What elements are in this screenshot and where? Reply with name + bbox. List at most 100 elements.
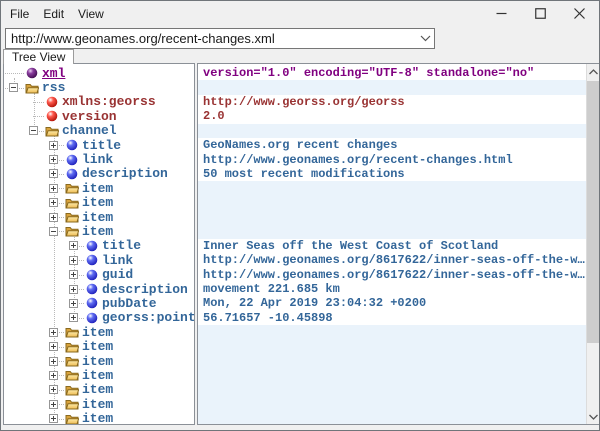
expand-toggle[interactable] [49,342,58,351]
blue-ball-icon [84,240,99,252]
tree-node-label: item [82,397,113,412]
tree-node-row[interactable]: link [4,152,194,166]
tree-node-row[interactable]: channel [4,124,194,138]
tree-connector [4,80,24,94]
tree-node-row[interactable]: item [4,224,194,238]
collapse-toggle[interactable] [49,227,58,236]
tree-node-row[interactable]: georss:point [4,311,194,325]
value-row-empty [198,196,586,210]
tree-node-label: rss [42,80,65,95]
expand-toggle[interactable] [49,169,58,178]
tree-node-row[interactable]: rss [4,80,194,94]
tree-guide-line [34,93,35,131]
tree-connector [64,311,84,325]
tree-node-label: xml [42,66,65,81]
maximize-icon [535,8,546,19]
minimize-button[interactable] [482,1,521,26]
tree-node-row[interactable]: item [4,368,194,382]
expand-toggle[interactable] [49,213,58,222]
tree-node-row[interactable]: item [4,210,194,224]
tree-node-row[interactable]: item [4,354,194,368]
blue-ball-icon [84,283,99,295]
tree-node-label: item [82,224,113,239]
expand-toggle[interactable] [69,241,78,250]
value-row-empty [198,124,586,138]
value-text: http://www.geonames.org/8617622/inner-se… [203,268,585,282]
tab-tree-view[interactable]: Tree View [3,49,74,64]
folder-icon [64,211,79,223]
tree-node-label: pubDate [102,296,157,311]
scroll-up-button[interactable] [587,64,599,79]
expand-toggle[interactable] [49,371,58,380]
tree-node-row[interactable]: version [4,109,194,123]
value-text: movement 221.685 km [203,282,340,296]
close-button[interactable] [560,1,599,26]
value-text: version="1.0" encoding="UTF-8" standalon… [203,66,534,80]
url-combobox[interactable]: http://www.geonames.org/recent-changes.x… [5,28,435,49]
expand-toggle[interactable] [49,141,58,150]
value-row: 2.0 [198,109,586,123]
tree-node-row[interactable]: item [4,325,194,339]
blue-ball-icon [64,154,79,166]
expand-toggle[interactable] [49,414,58,423]
tree-node-row[interactable]: pubDate [4,296,194,310]
red-ball-icon [44,110,59,122]
tree-node-row[interactable]: guid [4,267,194,281]
tree-node-row[interactable]: title [4,239,194,253]
expand-toggle[interactable] [69,285,78,294]
tree-node-row[interactable]: xmlns:georss [4,95,194,109]
expand-toggle[interactable] [49,357,58,366]
tree-node-row[interactable]: link [4,253,194,267]
value-row: 50 most recent modifications [198,167,586,181]
tree-node-row[interactable]: title [4,138,194,152]
value-row-empty [198,339,586,353]
tree-node-row[interactable]: item [4,181,194,195]
folder-icon [64,355,79,367]
tree-node-row[interactable]: item [4,411,194,425]
tree-node-row[interactable]: description [4,282,194,296]
expand-toggle[interactable] [69,313,78,322]
tree-connector [24,124,44,138]
expand-toggle[interactable] [49,400,58,409]
scroll-down-button[interactable] [587,409,599,424]
expand-toggle[interactable] [49,184,58,193]
menu-edit[interactable]: Edit [36,3,71,25]
expand-toggle[interactable] [49,385,58,394]
tree-node-row[interactable]: xml [4,66,194,80]
expand-toggle[interactable] [49,155,58,164]
tree-node-row[interactable]: item [4,196,194,210]
maximize-button[interactable] [521,1,560,26]
tree-node-row[interactable]: item [4,383,194,397]
expand-toggle[interactable] [49,328,58,337]
chevron-down-icon [420,35,431,42]
value-row: http://www.geonames.org/8617622/inner-se… [198,253,586,267]
value-text: 2.0 [203,109,225,123]
tree-node-row[interactable]: item [4,339,194,353]
vertical-scrollbar[interactable] [586,64,599,424]
value-row: Mon, 22 Apr 2019 23:04:32 +0200 [198,296,586,310]
value-text: Mon, 22 Apr 2019 23:04:32 +0200 [203,296,426,310]
tree-node-row[interactable]: item [4,397,194,411]
chevron-up-icon [589,69,598,75]
values: version="1.0" encoding="UTF-8" standalon… [198,64,586,424]
tree-node-label: item [82,339,113,354]
combobox-dropdown-button[interactable] [416,29,434,48]
expand-toggle[interactable] [69,299,78,308]
blue-ball-icon [84,312,99,324]
folder-icon [24,82,39,94]
folder-icon [64,384,79,396]
tree-node-label: link [82,152,113,167]
tree-connector [44,411,64,425]
expand-toggle[interactable] [69,256,78,265]
collapse-toggle[interactable] [9,83,18,92]
value-row: http://www.geonames.org/recent-changes.h… [198,152,586,166]
scrollbar-thumb[interactable] [587,81,599,343]
menu-view[interactable]: View [71,3,111,25]
folder-icon [64,326,79,338]
tree-node-row[interactable]: description [4,167,194,181]
collapse-toggle[interactable] [29,126,38,135]
expand-toggle[interactable] [69,270,78,279]
expand-toggle[interactable] [49,198,58,207]
menu-file[interactable]: File [3,3,36,25]
blue-ball-icon [64,168,79,180]
